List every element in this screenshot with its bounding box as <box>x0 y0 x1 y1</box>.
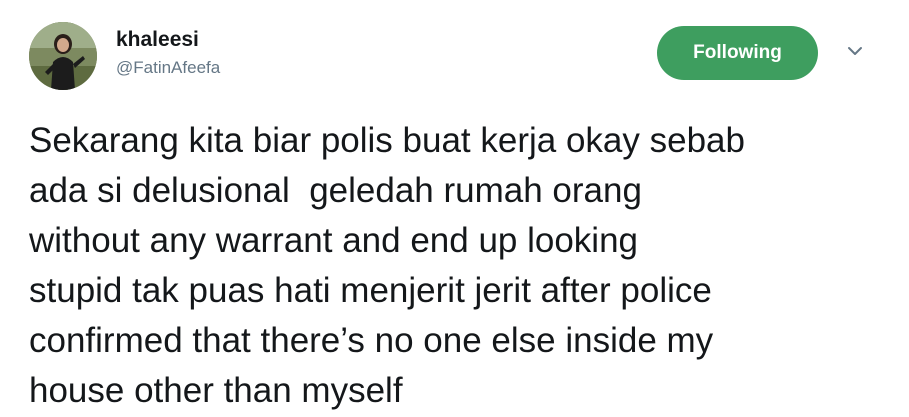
user-names: khaleesi @FatinAfeefa <box>116 27 220 79</box>
display-name[interactable]: khaleesi <box>116 27 220 53</box>
following-button[interactable]: Following <box>657 26 818 80</box>
tweet-text: Sekarang kita biar polis buat kerja okay… <box>29 121 745 410</box>
chevron-down-icon[interactable] <box>844 40 866 62</box>
avatar-photo <box>29 22 97 90</box>
user-handle[interactable]: @FatinAfeefa <box>116 57 220 79</box>
tweet-card: khaleesi @FatinAfeefa Following Sekarang… <box>0 0 909 417</box>
avatar[interactable] <box>29 22 97 90</box>
